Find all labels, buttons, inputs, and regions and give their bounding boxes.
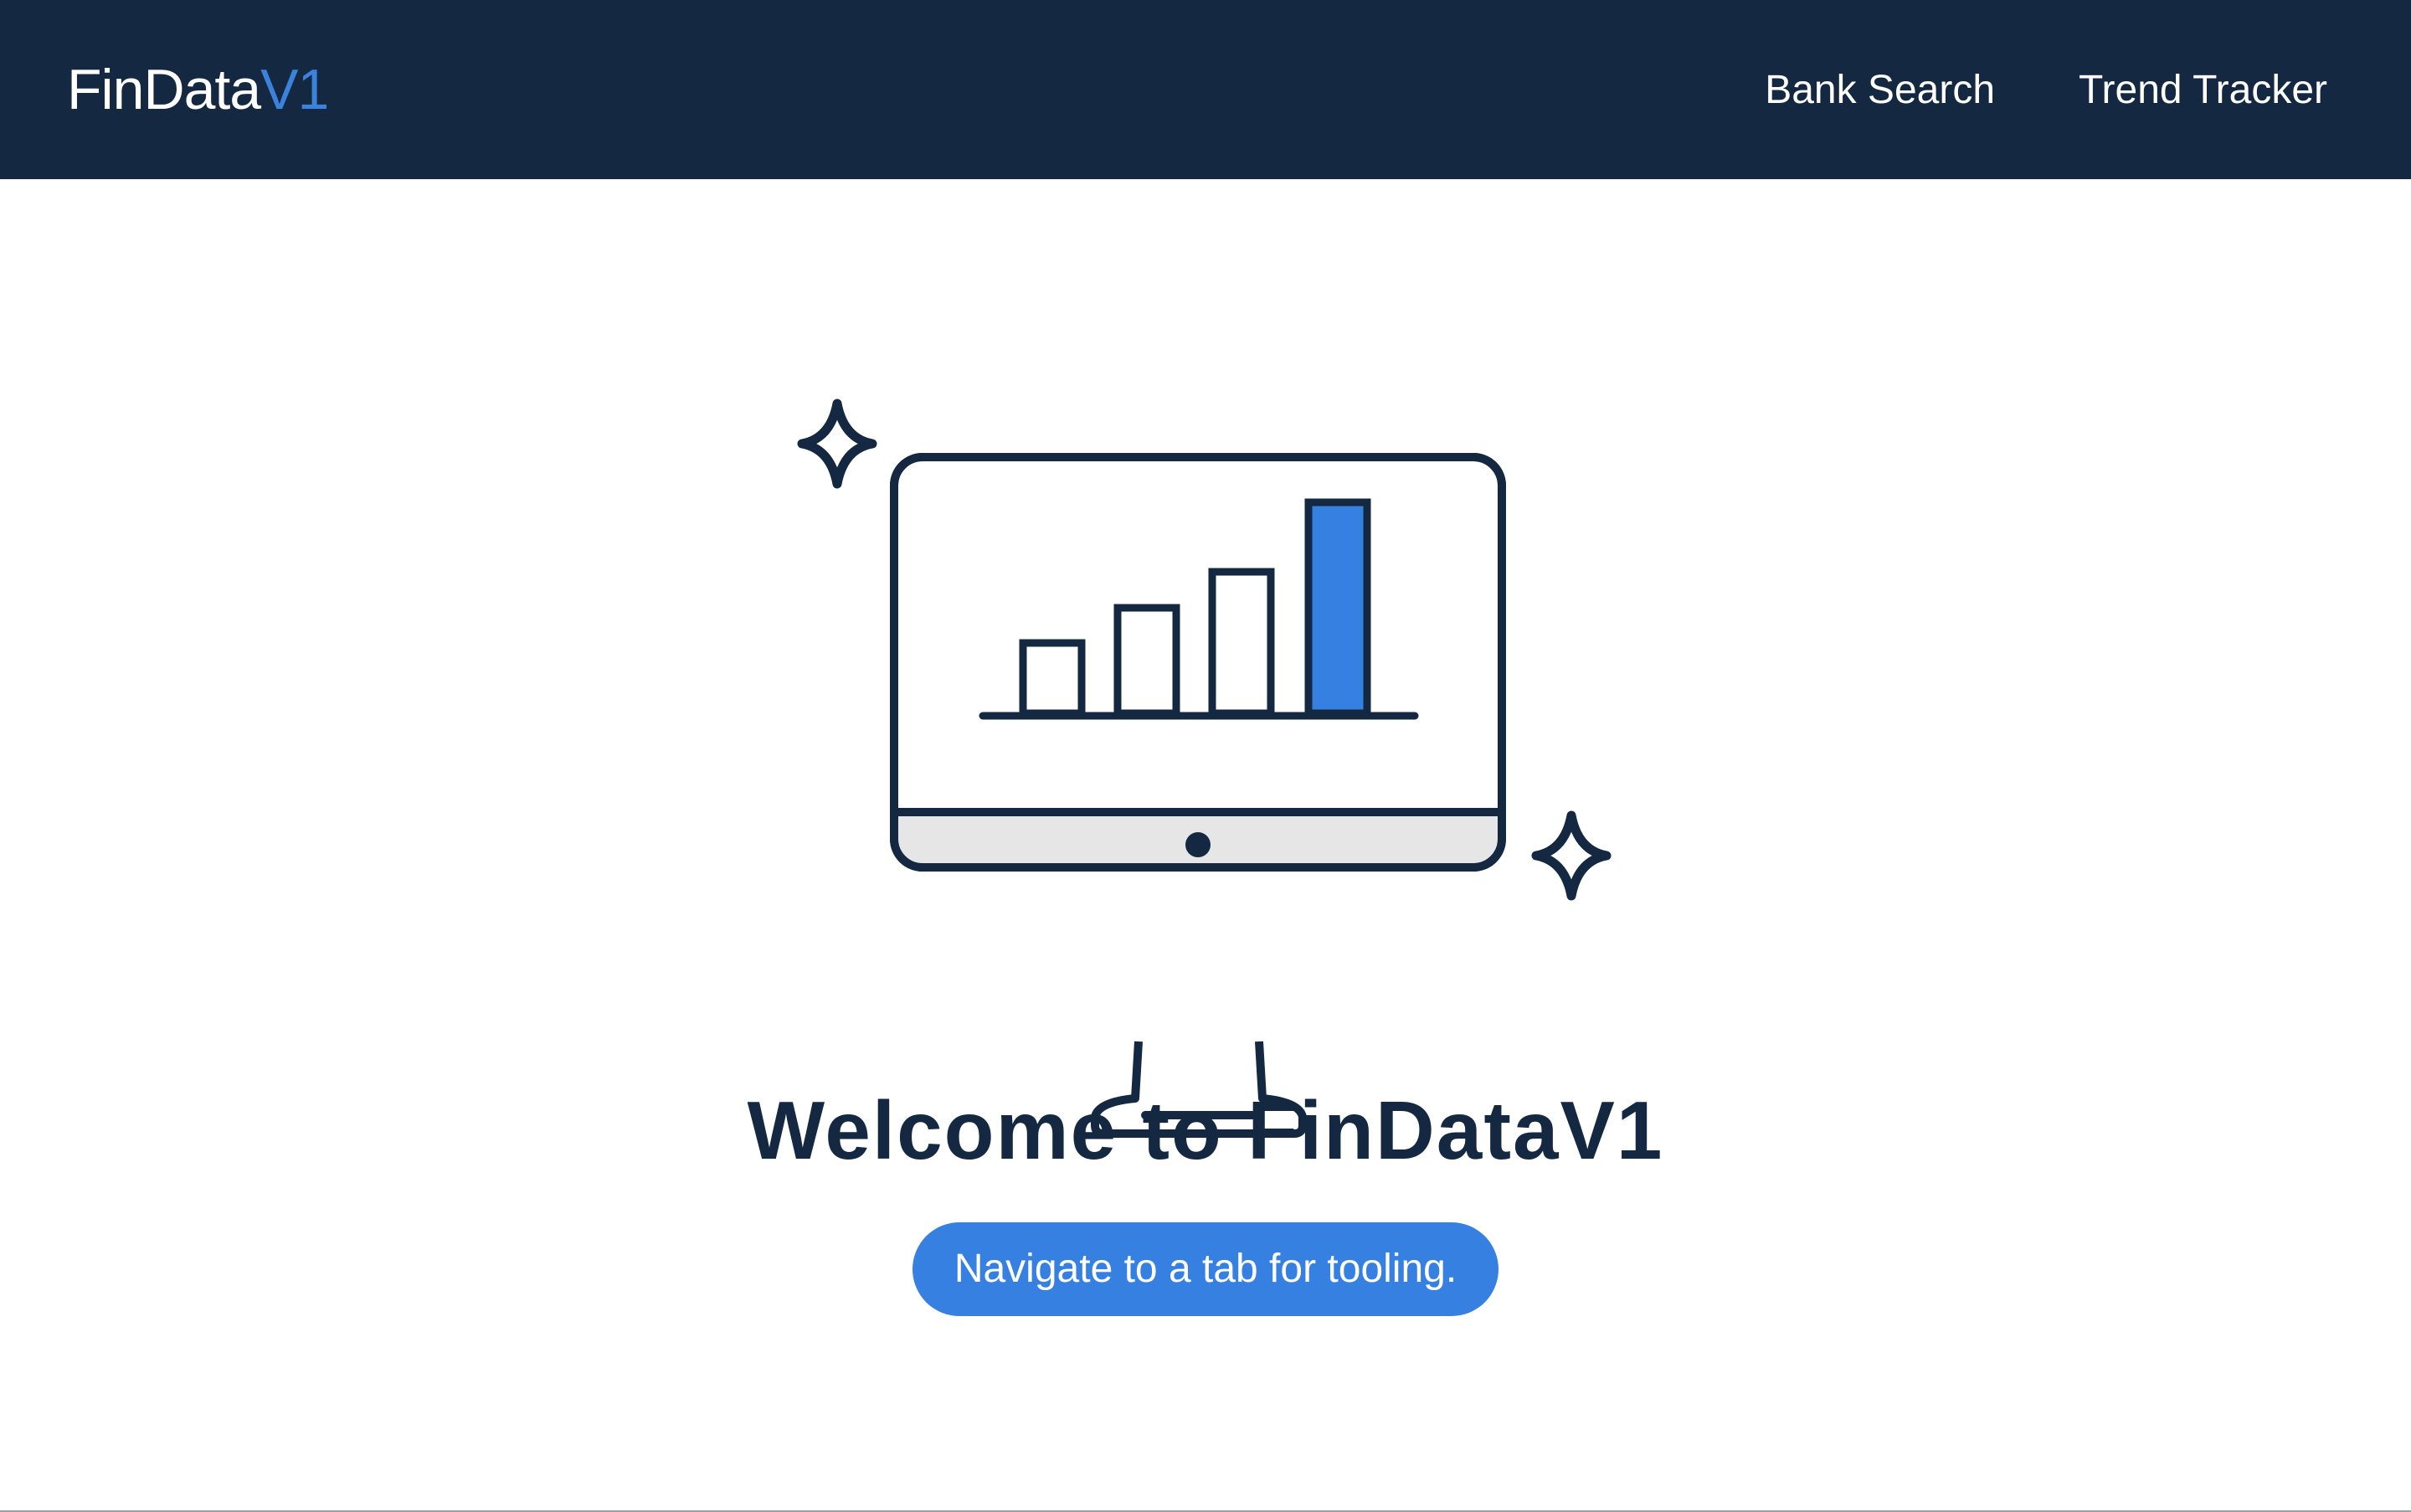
computer-with-bar-chart-icon — [797, 399, 1612, 1138]
chart-bar-4-highlight — [1304, 498, 1371, 717]
nav-links: Bank Search Trend Tracker — [1765, 67, 2327, 113]
nav-link-trend-tracker[interactable]: Trend Tracker — [2079, 67, 2327, 113]
top-navbar: FinDataV1 Bank Search Trend Tracker — [0, 0, 2411, 179]
chart-bar-1 — [1019, 639, 1086, 717]
brand-logo[interactable]: FinDataV1 — [67, 57, 329, 122]
chart-bar-3 — [1208, 568, 1275, 717]
brand-name: FinData — [67, 58, 261, 121]
sparkle-icon-bottom-right — [1531, 810, 1612, 901]
navigate-hint-button[interactable]: Navigate to a tab for tooling. — [912, 1222, 1499, 1316]
nav-link-bank-search[interactable]: Bank Search — [1765, 67, 1995, 113]
monitor-frame — [890, 453, 1506, 872]
chart-bar-2 — [1113, 604, 1180, 717]
brand-version: V1 — [260, 58, 329, 121]
welcome-title: Welcome to FinDataV1 — [747, 1084, 1664, 1176]
sparkle-icon-top-left — [797, 399, 877, 489]
cta-wrapper: Navigate to a tab for tooling. — [0, 1222, 2411, 1316]
main-content: Welcome to FinDataV1 Navigate to a tab f… — [0, 179, 2411, 1510]
